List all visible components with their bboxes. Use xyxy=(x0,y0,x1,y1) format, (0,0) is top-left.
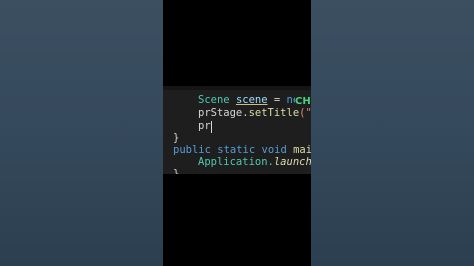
token-string: ("S xyxy=(299,107,311,119)
right-blurred-background xyxy=(311,0,474,266)
token-operator: = xyxy=(267,94,287,106)
code-line-2: prStage.setTitle("S xyxy=(198,107,311,120)
code-line-3: pr xyxy=(198,120,211,133)
token-type: Application. xyxy=(198,156,274,168)
text-cursor xyxy=(211,121,212,133)
token-variable: scene xyxy=(235,94,268,106)
code-editor[interactable]: Scene scene = new S prStage.setTitle("S … xyxy=(163,86,311,174)
token-type: Scene xyxy=(198,94,236,106)
token-brace: } xyxy=(173,168,180,174)
token-brace: } xyxy=(173,132,180,144)
ch-badge-icon: CH xyxy=(295,95,311,108)
code-line-6: Application.launch( xyxy=(198,156,311,169)
token-keyword: public static void xyxy=(173,144,294,156)
video-frame: Scene scene = new S prStage.setTitle("S … xyxy=(163,0,311,266)
token-method: launch xyxy=(273,156,311,168)
token-typed-text: pr xyxy=(198,120,211,132)
token-method: main xyxy=(293,144,311,156)
editor-top-edge xyxy=(163,86,311,90)
left-blurred-background xyxy=(0,0,163,266)
code-line-7: } xyxy=(173,168,179,174)
token-method: setTitle xyxy=(248,107,300,119)
token-object: prStage. xyxy=(198,107,249,119)
